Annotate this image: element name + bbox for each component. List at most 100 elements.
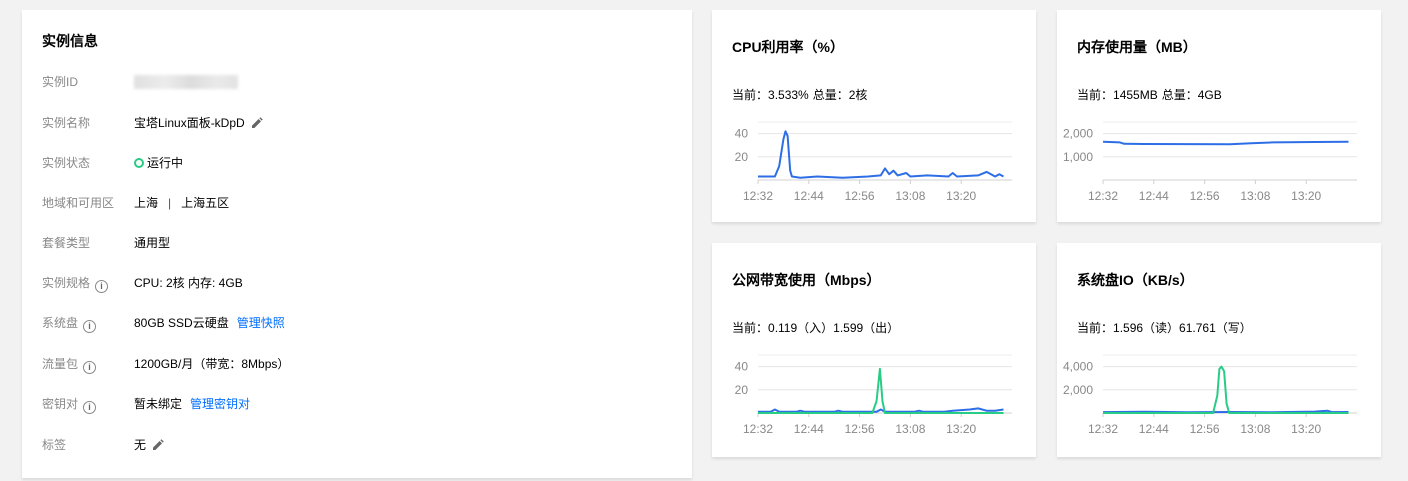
manage-snapshot-link[interactable]: 管理快照: [237, 316, 285, 330]
memory-chart-title: 内存使用量（MB）: [1077, 39, 1197, 55]
region-text: 上海: [134, 196, 159, 210]
cpu-total-value: 2核: [848, 88, 868, 102]
x-tick-label: 12:32: [1088, 422, 1118, 436]
x-tick-label: 13:20: [1291, 422, 1321, 436]
y-tick-label: 40: [735, 127, 749, 141]
system-disk-value: 80GB SSD云硬盘 管理快照: [134, 313, 285, 333]
x-tick-label: 12:44: [794, 422, 824, 436]
x-tick-label: 13:08: [1240, 189, 1270, 203]
instance-id-label: 实例ID: [42, 75, 79, 89]
x-tick-label: 13:08: [1240, 422, 1270, 436]
instance-spec-label: 实例规格 i: [42, 273, 109, 293]
region-label: 地域和可用区: [42, 196, 115, 210]
x-tick-label: 13:20: [946, 422, 976, 436]
row-instance-status: 实例状态 运行中: [42, 153, 682, 173]
memory-chart-card: 内存使用量（MB） 当前：1455MB 总量：4GB 1,000 2,000 12:3…: [1057, 10, 1381, 222]
manage-key-pair-link[interactable]: 管理密钥对: [190, 397, 250, 411]
x-tick-label: 12:56: [845, 422, 875, 436]
disk-io-chart-card: 系统盘IO（KB/s） 当前：1.596（读）61.761（写） 2,000 4,…: [1057, 243, 1381, 457]
info-icon[interactable]: i: [83, 320, 97, 333]
tags-label: 标签: [42, 438, 67, 452]
edit-name-icon[interactable]: [251, 115, 263, 135]
system-disk-text: 80GB SSD云硬盘: [134, 316, 229, 330]
y-tick-label: 20: [735, 150, 749, 164]
y-tick-label: 2,000: [1063, 127, 1093, 141]
plan-type-value: 通用型: [134, 236, 171, 250]
traffic-package-label: 流量包 i: [42, 354, 97, 374]
series-line: [758, 367, 1004, 414]
zone-text: 上海五区: [181, 196, 230, 210]
instance-info-title: 实例信息: [42, 33, 98, 49]
tags-value: 无: [134, 435, 164, 457]
series-line: [1102, 140, 1349, 146]
system-disk-label-text: 系统盘: [42, 316, 79, 330]
tags-text: 无: [134, 438, 147, 452]
instance-spec-value: CPU: 2核 内存: 4GB: [134, 276, 243, 290]
instance-spec-label-text: 实例规格: [42, 276, 91, 290]
x-tick-label: 12:56: [1190, 422, 1220, 436]
bandwidth-current-info: 当前：0.119（入）1.599（出）: [732, 319, 899, 336]
bandwidth-current-value: 0.119（入）1.599（出）: [768, 321, 900, 335]
disk-io-line-chart: 2,000 4,000 12:32 12:44 12:56 13:08 13:20: [1063, 354, 1357, 436]
cpu-line-chart: 20 40 12:32 12:44 12:56 13:08 13:20: [735, 121, 1012, 203]
x-tick-label: 12:32: [1088, 189, 1118, 203]
instance-status-label: 实例状态: [42, 156, 91, 170]
row-traffic-package: 流量包 i 1200GB/月（带宽：8Mbps）: [42, 354, 682, 374]
x-tick-label: 12:44: [1139, 189, 1169, 203]
cpu-current-value: 3.533%: [768, 88, 809, 102]
info-icon[interactable]: i: [83, 401, 97, 414]
bandwidth-current-label: 当前：: [732, 321, 769, 335]
row-tags: 标签 无: [42, 435, 682, 455]
cpu-current-info: 当前：3.533% 总量：2核: [732, 86, 867, 103]
instance-name-label: 实例名称: [42, 116, 91, 130]
memory-current-label: 当前：: [1077, 88, 1114, 102]
info-icon[interactable]: i: [83, 361, 97, 374]
disk-io-current-info: 当前：1.596（读）61.761（写）: [1077, 319, 1252, 336]
instance-name-value: 宝塔Linux面板-kDpD: [134, 113, 263, 135]
row-plan-type: 套餐类型 通用型: [42, 233, 682, 253]
bandwidth-chart-title: 公网带宽使用（Mbps）: [732, 272, 881, 288]
memory-current-value: 1455MB: [1113, 88, 1158, 102]
edit-tags-icon[interactable]: [152, 437, 164, 457]
system-disk-label: 系统盘 i: [42, 313, 97, 333]
series-line: [758, 407, 1004, 413]
x-tick-label: 13:20: [1291, 189, 1321, 203]
memory-total-value: 4GB: [1197, 88, 1222, 102]
key-pair-label-text: 密钥对: [42, 397, 79, 411]
info-icon[interactable]: i: [95, 280, 109, 293]
cpu-chart-title: CPU利用率（%）: [732, 39, 845, 55]
memory-line-chart: 1,000 2,000 12:32 12:44 12:56 13:08 13:20: [1063, 121, 1357, 203]
x-tick-label: 12:44: [794, 189, 824, 203]
cpu-chart-card: CPU利用率（%） 当前：3.533% 总量：2核 20 40 12:32 12:44 1…: [712, 10, 1036, 222]
series-line: [758, 130, 1004, 179]
traffic-package-value: 1200GB/月（带宽：8Mbps）: [134, 357, 290, 371]
disk-io-current-value: 1.596（读）61.761（写）: [1113, 321, 1252, 335]
row-key-pair: 密钥对 i 暂未绑定 管理密钥对: [42, 394, 682, 414]
x-tick-label: 12:56: [1190, 189, 1220, 203]
disk-io-chart-title: 系统盘IO（KB/s）: [1077, 272, 1194, 288]
traffic-package-label-text: 流量包: [42, 357, 79, 371]
bandwidth-line-chart: 20 40 12:32 12:44 12:56 13:08 13:20: [735, 354, 1012, 436]
key-pair-text: 暂未绑定: [134, 397, 183, 411]
memory-current-info: 当前：1455MB 总量：4GB: [1077, 86, 1222, 103]
x-tick-label: 12:32: [743, 189, 773, 203]
x-tick-label: 12:44: [1139, 422, 1169, 436]
instance-status-value: 运行中: [134, 153, 183, 173]
row-system-disk: 系统盘 i 80GB SSD云硬盘 管理快照: [42, 313, 682, 333]
row-region: 地域和可用区 上海 | 上海五区: [42, 193, 682, 213]
bandwidth-chart-card: 公网带宽使用（Mbps） 当前：0.119（入）1.599（出） 20 40 12:…: [712, 243, 1036, 457]
instance-name-text: 宝塔Linux面板-kDpD: [134, 116, 245, 130]
y-tick-label: 1,000: [1063, 150, 1093, 164]
key-pair-label: 密钥对 i: [42, 394, 97, 414]
cpu-current-label: 当前：: [732, 88, 769, 102]
row-instance-id: 实例ID: [42, 72, 682, 92]
instance-info-card: 实例信息 实例ID 实例名称 宝塔Linux面板-kDpD 实例状态 运行中 地…: [22, 10, 692, 478]
region-value: 上海 | 上海五区: [134, 193, 229, 213]
row-instance-spec: 实例规格 i CPU: 2核 内存: 4GB: [42, 273, 682, 293]
x-tick-label: 13:08: [895, 189, 925, 203]
key-pair-value: 暂未绑定 管理密钥对: [134, 394, 250, 414]
x-tick-label: 13:08: [895, 422, 925, 436]
instance-id-value: [134, 72, 238, 95]
memory-total-label: 总量：: [1161, 88, 1198, 102]
instance-status-text: 运行中: [147, 156, 184, 170]
